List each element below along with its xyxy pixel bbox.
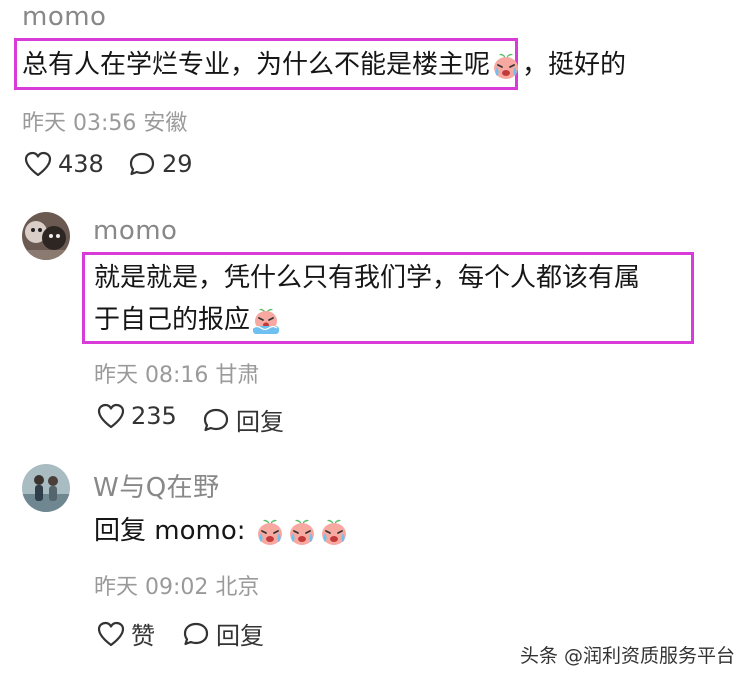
comment-bubble-icon <box>203 408 229 431</box>
heart-icon <box>97 403 125 429</box>
comment-3-reply-button[interactable]: 回复 <box>182 616 264 651</box>
comment-3-avatar[interactable] <box>22 464 70 512</box>
comment-2-like-button[interactable]: 235 <box>97 402 177 430</box>
comment-2-text-line-2: 于自己的报应 <box>94 298 282 342</box>
avatar-image <box>22 212 70 260</box>
comment-3-reply-prefix: 回复 momo: <box>94 516 254 546</box>
comment-2-reply-label: 回复 <box>236 408 284 436</box>
comment-2-text-line-2-text: 于自己的报应 <box>94 305 251 335</box>
crying-face-emoji-icon <box>289 519 314 545</box>
comment-1-reply-button[interactable]: 29 <box>128 150 193 178</box>
crying-face-emoji-icon <box>321 519 346 545</box>
comment-3-username[interactable]: W与Q在野 <box>93 467 220 504</box>
comment-2-username[interactable]: momo <box>93 216 177 246</box>
comment-1-like-count: 438 <box>58 150 104 178</box>
crying-face-emoji-icon <box>257 519 282 545</box>
comment-3-like-button[interactable]: 赞 <box>97 616 155 651</box>
comment-3-meta: 昨天 09:02 北京 <box>94 575 260 600</box>
comment-2-meta: 昨天 08:16 甘肃 <box>94 363 260 388</box>
comment-1-text-highlighted: 总有人在学烂专业，为什么不能是楼主呢 <box>22 50 491 80</box>
comment-2-text-line-1: 就是就是，凭什么只有我们学，每个人都该有属 <box>94 263 641 293</box>
comment-1-reply-count: 29 <box>162 150 193 178</box>
heart-icon <box>97 621 125 646</box>
comment-1-text: 总有人在学烂专业，为什么不能是楼主呢 ，挺好的 <box>22 43 626 87</box>
comment-bubble-icon <box>129 152 155 176</box>
flooded-crying-emoji-icon <box>252 308 280 334</box>
comment-1-username[interactable]: momo <box>22 2 106 32</box>
comment-1-like-button[interactable]: 438 <box>24 150 104 178</box>
avatar-image <box>22 464 70 512</box>
comment-2-reply-button[interactable]: 回复 <box>202 402 284 437</box>
comment-2-avatar[interactable] <box>22 212 70 260</box>
comment-3-like-label: 赞 <box>131 622 155 650</box>
comment-1-text-rest: ，挺好的 <box>522 50 627 80</box>
heart-icon <box>24 151 52 177</box>
watermark-text: 头条 @润利资质服务平台 <box>519 645 735 667</box>
comment-3-reply-label: 回复 <box>216 622 264 650</box>
comment-3-text: 回复 momo: <box>94 509 350 553</box>
comment-bubble-icon <box>183 622 209 645</box>
crying-face-emoji-icon <box>494 53 519 79</box>
comment-2-like-count: 235 <box>131 402 177 430</box>
comment-1-meta: 昨天 03:56 安徽 <box>22 111 188 136</box>
